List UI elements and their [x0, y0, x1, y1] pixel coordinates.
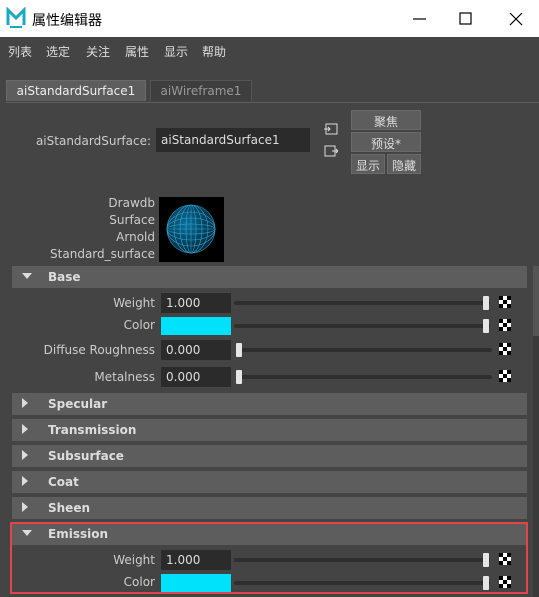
maximize-button[interactable] — [443, 0, 489, 37]
base-weight-slider[interactable] — [234, 301, 490, 305]
scrollbar-thumb[interactable] — [533, 266, 539, 336]
base-weight-slider-handle[interactable] — [483, 296, 489, 310]
focus-button[interactable]: 聚焦 — [351, 110, 421, 130]
section-subsurface-title: Subsurface — [48, 449, 124, 463]
close-button[interactable] — [493, 0, 539, 37]
section-transmission-header[interactable]: Transmission — [12, 419, 527, 441]
section-sheen-header[interactable]: Sheen — [12, 497, 527, 519]
metalness-slider[interactable] — [236, 375, 492, 379]
menu-focus[interactable]: 关注 — [86, 43, 110, 60]
swatch-label-standard-surface: Standard_surface — [50, 247, 155, 261]
output-connection-icon[interactable] — [324, 145, 338, 157]
metalness-slider-handle[interactable] — [236, 370, 242, 384]
window-title: 属性编辑器 — [32, 13, 102, 29]
tab-aistandardsurface1[interactable]: aiStandardSurface1 — [6, 80, 146, 101]
title-bar: 属性编辑器 — [0, 0, 539, 37]
diffuse-roughness-slider[interactable] — [236, 348, 492, 352]
base-color-slider-handle[interactable] — [483, 319, 489, 333]
attribute-panel: aiStandardSurface: aiStandardSurface1 聚焦… — [6, 102, 539, 597]
metalness-label: Metalness — [94, 370, 155, 384]
maximize-icon — [459, 12, 472, 25]
menu-list[interactable]: 列表 — [8, 43, 32, 60]
swatch-label-arnold: Arnold — [116, 230, 155, 244]
section-sheen-title: Sheen — [48, 501, 91, 515]
show-button[interactable]: 显示 — [351, 154, 385, 174]
section-transmission-title: Transmission — [48, 423, 137, 437]
base-color-swatch[interactable] — [161, 317, 231, 335]
material-swatch[interactable] — [159, 197, 224, 262]
input-connection-icon[interactable] — [324, 123, 338, 135]
emission-highlight-box — [10, 522, 528, 594]
chevron-right-icon — [22, 424, 28, 434]
menu-help[interactable]: 帮助 — [202, 43, 226, 60]
sphere-preview-icon — [166, 204, 216, 254]
menu-attributes[interactable]: 属性 — [125, 43, 149, 60]
panel-scrollbar[interactable] — [533, 266, 539, 597]
tab-strip: aiStandardSurface1 aiWireframe1 — [0, 65, 539, 103]
section-base-header[interactable]: Base — [12, 266, 527, 288]
base-color-slider[interactable] — [234, 324, 490, 328]
diffuse-roughness-field[interactable]: 0.000 — [161, 340, 231, 360]
hide-button[interactable]: 隐藏 — [387, 154, 421, 174]
menu-display[interactable]: 显示 — [164, 43, 188, 60]
node-type-label: aiStandardSurface: — [35, 134, 151, 148]
base-color-label: Color — [123, 318, 155, 332]
chevron-down-icon — [22, 273, 32, 279]
menu-bar: 列表 选定 关注 属性 显示 帮助 — [0, 37, 539, 65]
checker-map-icon[interactable] — [499, 370, 511, 382]
maya-app-icon — [6, 7, 26, 29]
chevron-right-icon — [22, 476, 28, 486]
metalness-field[interactable]: 0.000 — [161, 367, 231, 387]
checker-map-icon[interactable] — [499, 319, 511, 331]
node-name-field[interactable]: aiStandardSurface1 — [156, 128, 310, 152]
base-weight-field[interactable]: 1.000 — [161, 293, 231, 313]
section-base-title: Base — [48, 270, 81, 284]
presets-button[interactable]: 预设* — [351, 132, 421, 152]
chevron-right-icon — [22, 502, 28, 512]
base-weight-label: Weight — [113, 296, 155, 310]
checker-map-icon[interactable] — [499, 296, 511, 308]
diffuse-roughness-slider-handle[interactable] — [236, 343, 242, 357]
menu-select[interactable]: 选定 — [46, 43, 70, 60]
close-icon — [509, 12, 523, 26]
section-subsurface-header[interactable]: Subsurface — [12, 445, 527, 467]
chevron-right-icon — [22, 450, 28, 460]
section-coat-header[interactable]: Coat — [12, 471, 527, 493]
tab-aiwireframe1[interactable]: aiWireframe1 — [150, 80, 252, 101]
minimize-button[interactable] — [397, 0, 443, 37]
diffuse-roughness-label: Diffuse Roughness — [43, 343, 155, 357]
chevron-right-icon — [22, 398, 28, 408]
section-coat-title: Coat — [48, 475, 79, 489]
swatch-label-drawdb: Drawdb — [108, 196, 155, 210]
checker-map-icon[interactable] — [499, 343, 511, 355]
minimize-icon — [413, 18, 426, 20]
section-specular-title: Specular — [48, 397, 108, 411]
section-specular-header[interactable]: Specular — [12, 393, 527, 415]
swatch-label-surface: Surface — [109, 213, 155, 227]
